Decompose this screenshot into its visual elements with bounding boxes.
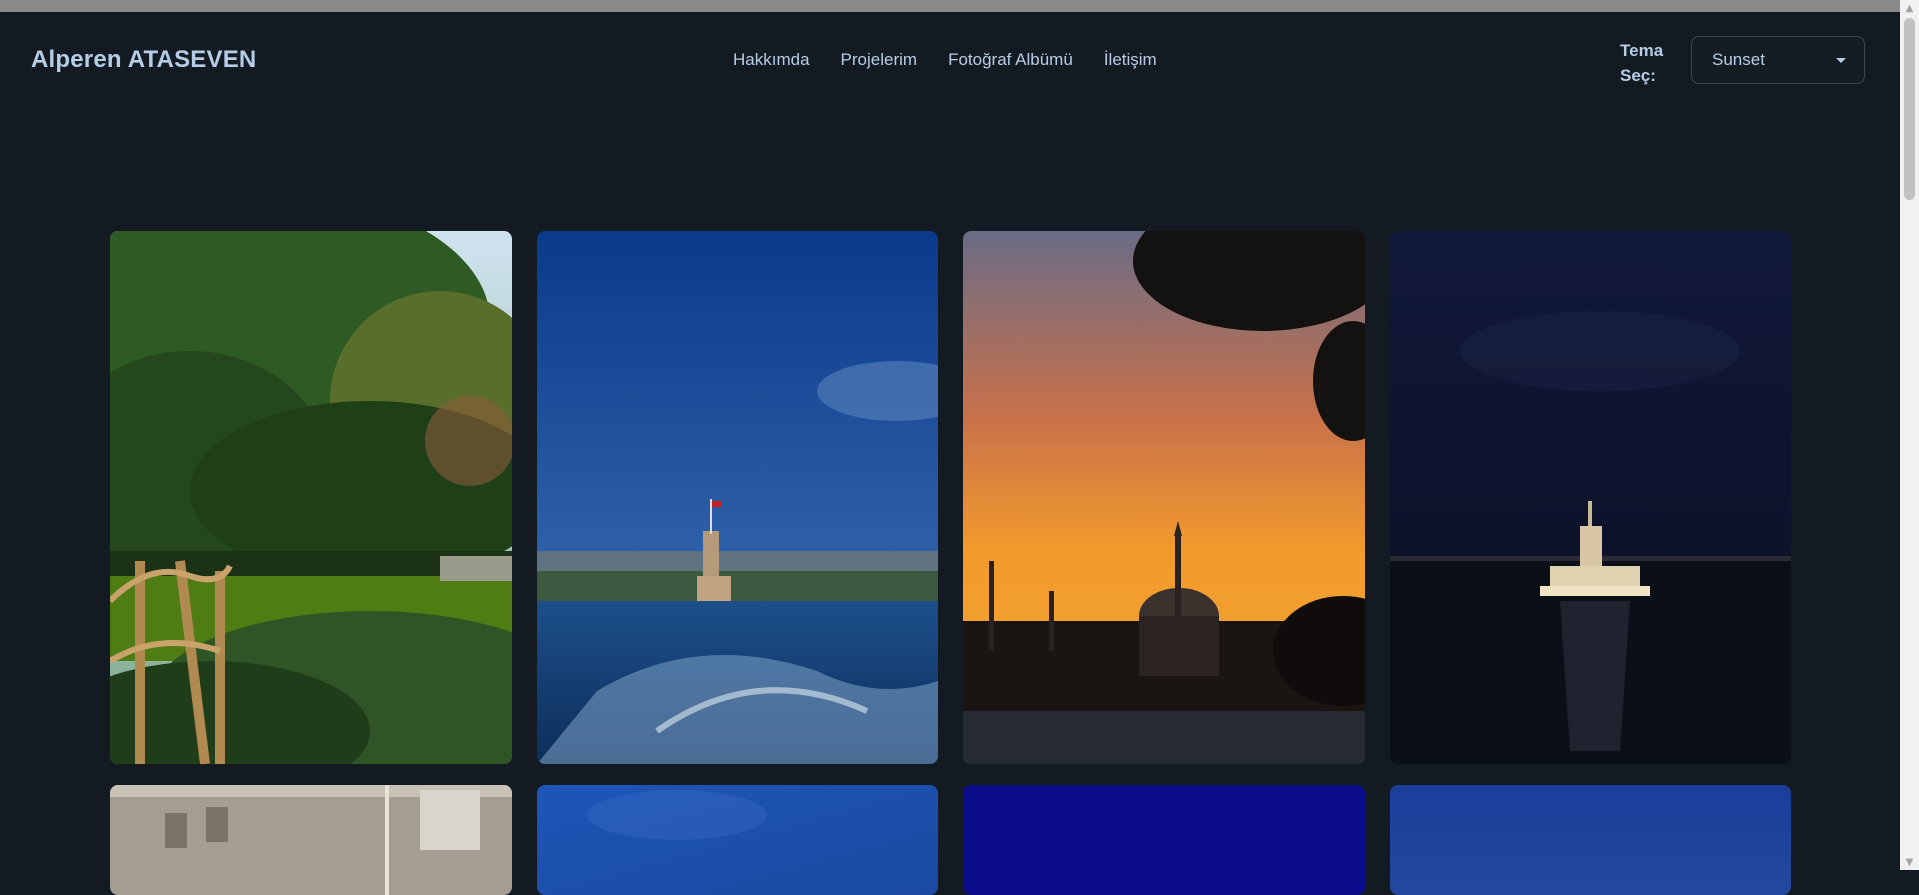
nav-link-about[interactable]: Hakkımda [733,50,810,70]
photo-maidens-tower-day[interactable] [537,231,938,764]
site-brand[interactable]: Alperen ATASEVEN [31,46,256,74]
nav-link-contact[interactable]: İletişim [1104,50,1157,70]
theme-select-value: Sunset [1712,50,1765,69]
nav-link-projects[interactable]: Projelerim [841,50,918,70]
chevron-down-icon [1836,57,1846,63]
photo-blue-sky[interactable] [537,785,938,895]
scroll-down-icon[interactable]: ▼ [1900,854,1919,870]
photo-forest-pond[interactable] [110,231,512,764]
photo-evening-blue[interactable] [1390,785,1791,895]
scroll-up-icon[interactable]: ▲ [1900,0,1919,16]
scrollbar-thumb[interactable] [1904,18,1915,200]
photo-building-facade[interactable] [110,785,512,895]
photo-mosque-sunset[interactable] [963,231,1365,764]
main-nav: Hakkımda Projelerim Fotoğraf Albümü İlet… [733,50,1157,70]
theme-label: Tema Seç: [1620,41,1664,85]
vertical-scrollbar[interactable]: ▲ ▼ [1900,0,1919,870]
nav-link-photo-album[interactable]: Fotoğraf Albümü [948,50,1073,70]
photo-deep-blue[interactable] [963,785,1365,895]
photo-maidens-tower-night[interactable] [1390,231,1791,764]
theme-select[interactable]: Sunset [1691,36,1865,84]
top-progress-bar [0,0,1900,12]
